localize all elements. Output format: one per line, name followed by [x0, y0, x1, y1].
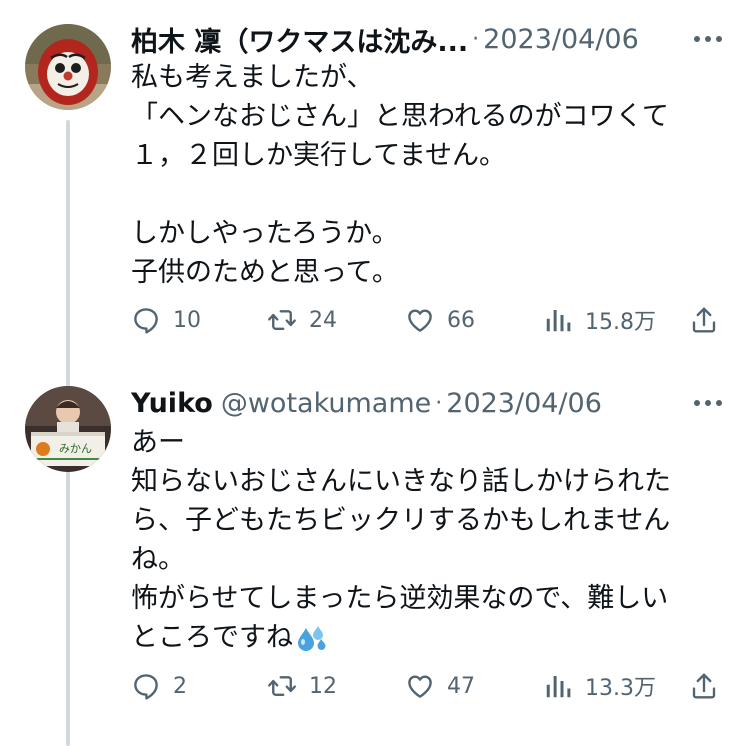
- tweet-header: 柏木 凜（ワクマスは沈み... · 2023/04/06: [131, 20, 650, 59]
- tweet-header: Yuiko @wotakumame · 2023/04/06: [131, 386, 650, 420]
- reply-count: 2: [173, 673, 187, 699]
- tweet-text-line: 知らないおじさんにいきなり話しかけられた: [131, 466, 671, 497]
- separator-dot: ·: [435, 390, 443, 416]
- share-button[interactable]: [689, 300, 719, 340]
- tweet-text-line: 子供のためと思って。: [131, 257, 399, 288]
- more-options-icon[interactable]: [694, 35, 722, 43]
- like-button[interactable]: 47: [405, 666, 475, 706]
- display-name[interactable]: Yuiko: [131, 388, 213, 419]
- views-chart-icon: [546, 676, 571, 698]
- views-count: 13.3万: [585, 676, 656, 701]
- retweet-icon: [268, 310, 296, 330]
- tweet[interactable]: みかん Yuiko @wotakumame · 2023/04/06 あー 知ら…: [0, 372, 750, 746]
- retweet-button[interactable]: 24: [267, 300, 337, 340]
- tweet-text-line: しかしやったろうか。: [131, 218, 399, 249]
- share-button[interactable]: [689, 666, 719, 706]
- tweet-actions: 10 24 66 15.8万: [131, 300, 730, 340]
- retweet-count: 24: [309, 307, 337, 333]
- display-name[interactable]: 柏木 凜（ワクマスは沈み...: [131, 20, 468, 59]
- retweet-count: 12: [309, 673, 337, 699]
- more-options-icon[interactable]: [694, 399, 722, 407]
- like-count: 66: [447, 307, 475, 333]
- like-count: 47: [447, 673, 475, 699]
- tweet-text-line-last: ところですね: [131, 618, 720, 657]
- user-handle[interactable]: @wotakumame: [221, 388, 431, 419]
- share-icon: [692, 673, 716, 699]
- box-label: みかん: [59, 442, 92, 455]
- tweet-text-line: １，２回しか実行してません。: [131, 140, 507, 171]
- heart-icon: [408, 675, 432, 698]
- tweet-text-line: ら、子どもたちビックリするかもしれません: [131, 505, 671, 536]
- tweet-text-line: 「ヘンなおじさん」と思われるのがコワくて: [131, 101, 669, 132]
- tweet-text-line: 私も考えましたが、: [131, 62, 374, 93]
- avatar[interactable]: [25, 24, 111, 110]
- daruma-avatar-icon: [25, 24, 111, 110]
- tweet-date[interactable]: 2023/04/06: [446, 388, 602, 419]
- tweet-text-line: ね。: [131, 544, 185, 575]
- sweat-droplets-icon: [298, 625, 326, 651]
- views-chart-icon: [546, 310, 571, 332]
- tweet-text: 私も考えましたが、 「ヘンなおじさん」と思われるのがコワくて １，２回しか実行し…: [131, 58, 720, 292]
- reply-icon: [134, 674, 158, 700]
- reply-icon: [134, 308, 158, 334]
- tweet[interactable]: 柏木 凜（ワクマスは沈み... · 2023/04/06 私も考えましたが、 「…: [0, 0, 750, 372]
- views-button[interactable]: 15.8万: [543, 300, 656, 340]
- tweet-text-line: 怖がらせてしまったら逆効果なので、難しい: [131, 583, 669, 614]
- tweet-text: あー 知らないおじさんにいきなり話しかけられた ら、子どもたちビックリするかもし…: [131, 423, 720, 657]
- baby-in-box-avatar-icon: みかん: [25, 386, 111, 472]
- reply-button[interactable]: 10: [131, 300, 201, 340]
- retweet-button[interactable]: 12: [267, 666, 337, 706]
- tweet-text-line: あー: [131, 427, 185, 458]
- tweet-actions: 2 12 47 13.3万: [131, 666, 730, 706]
- share-icon: [692, 307, 716, 333]
- views-button[interactable]: 13.3万: [543, 666, 656, 706]
- reply-button[interactable]: 2: [131, 666, 187, 706]
- heart-icon: [408, 309, 432, 332]
- views-count: 15.8万: [585, 310, 656, 335]
- tweet-text-line: [131, 175, 720, 214]
- separator-dot: ·: [472, 26, 480, 52]
- avatar[interactable]: みかん: [25, 386, 111, 472]
- tweet-text-line: ところですね: [131, 622, 293, 653]
- retweet-icon: [268, 676, 296, 696]
- like-button[interactable]: 66: [405, 300, 475, 340]
- reply-count: 10: [173, 307, 201, 333]
- tweet-date[interactable]: 2023/04/06: [483, 24, 639, 55]
